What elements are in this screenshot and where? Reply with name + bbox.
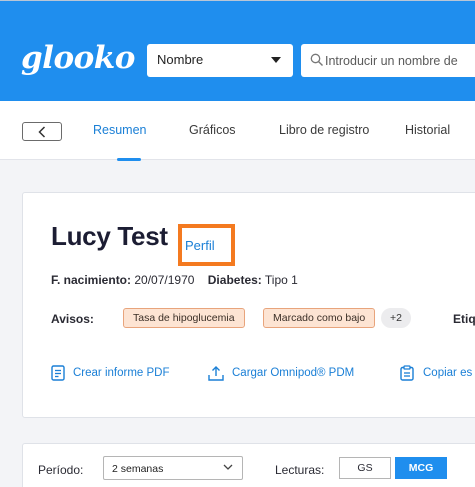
patient-tab-bar: Resumen Gráficos Libro de registro Histo…	[0, 101, 475, 161]
patient-search-input[interactable]	[325, 44, 475, 77]
clipboard-icon	[400, 365, 414, 381]
tab-graficos[interactable]: Gráficos	[189, 123, 236, 137]
create-pdf-report-label: Crear informe PDF	[73, 367, 170, 379]
search-type-value: Nombre	[157, 52, 204, 67]
back-button[interactable]	[22, 122, 62, 141]
glooko-logo[interactable]: glooko	[21, 38, 135, 78]
active-tab-indicator	[117, 158, 141, 161]
alert-badge-hypoglycemia[interactable]: Tasa de hipoglucemia	[123, 308, 245, 328]
period-value: 2 semanas	[112, 463, 164, 475]
tab-resumen[interactable]: Resumen	[93, 123, 147, 137]
readings-label: Lecturas:	[275, 463, 325, 477]
tags-label: Etique	[453, 312, 475, 326]
search-type-select[interactable]: Nombre	[147, 44, 293, 77]
search-icon	[310, 53, 323, 66]
patient-demographics: F. nacimiento: 20/07/1970 Diabetes: Tipo…	[51, 273, 298, 287]
period-label: Período:	[38, 463, 84, 477]
alerts-label: Avisos:	[51, 312, 94, 326]
tab-libro-de-registro[interactable]: Libro de registro	[279, 123, 369, 137]
tab-historial[interactable]: Historial	[405, 123, 450, 137]
diabetes-label: Diabetes:	[207, 273, 262, 287]
alert-badge-marked-low[interactable]: Marcado como bajo	[263, 308, 376, 328]
copy-label: Copiar es	[423, 367, 473, 379]
document-icon	[51, 365, 65, 381]
chevron-left-icon	[38, 126, 46, 138]
caret-down-icon	[271, 57, 281, 63]
chevron-down-icon	[223, 464, 233, 470]
profile-link-highlight: Perfil	[178, 224, 235, 266]
profile-link[interactable]: Perfil	[185, 238, 215, 253]
upload-icon	[208, 366, 224, 381]
upload-omnipod-label: Cargar Omnipod® PDM	[232, 367, 355, 379]
top-header: glooko Nombre	[0, 0, 475, 101]
dob-value: 20/07/1970	[134, 273, 195, 287]
dob-label: F. nacimiento:	[51, 273, 132, 287]
period-select[interactable]: 2 semanas	[103, 456, 243, 480]
diabetes-value: Tipo 1	[264, 273, 298, 287]
readings-toggle-gs[interactable]: GS	[339, 457, 391, 479]
alerts-more-badge[interactable]: +2	[381, 308, 411, 328]
patient-search-box[interactable]	[301, 44, 475, 77]
filters-card: Período: 2 semanas Lecturas: GS MCG	[22, 443, 475, 487]
readings-toggle-mcg[interactable]: MCG	[395, 457, 447, 479]
patient-name: Lucy Test	[51, 221, 168, 251]
patient-summary-card: Lucy Test Perfil F. nacimiento: 20/07/19…	[22, 192, 475, 418]
